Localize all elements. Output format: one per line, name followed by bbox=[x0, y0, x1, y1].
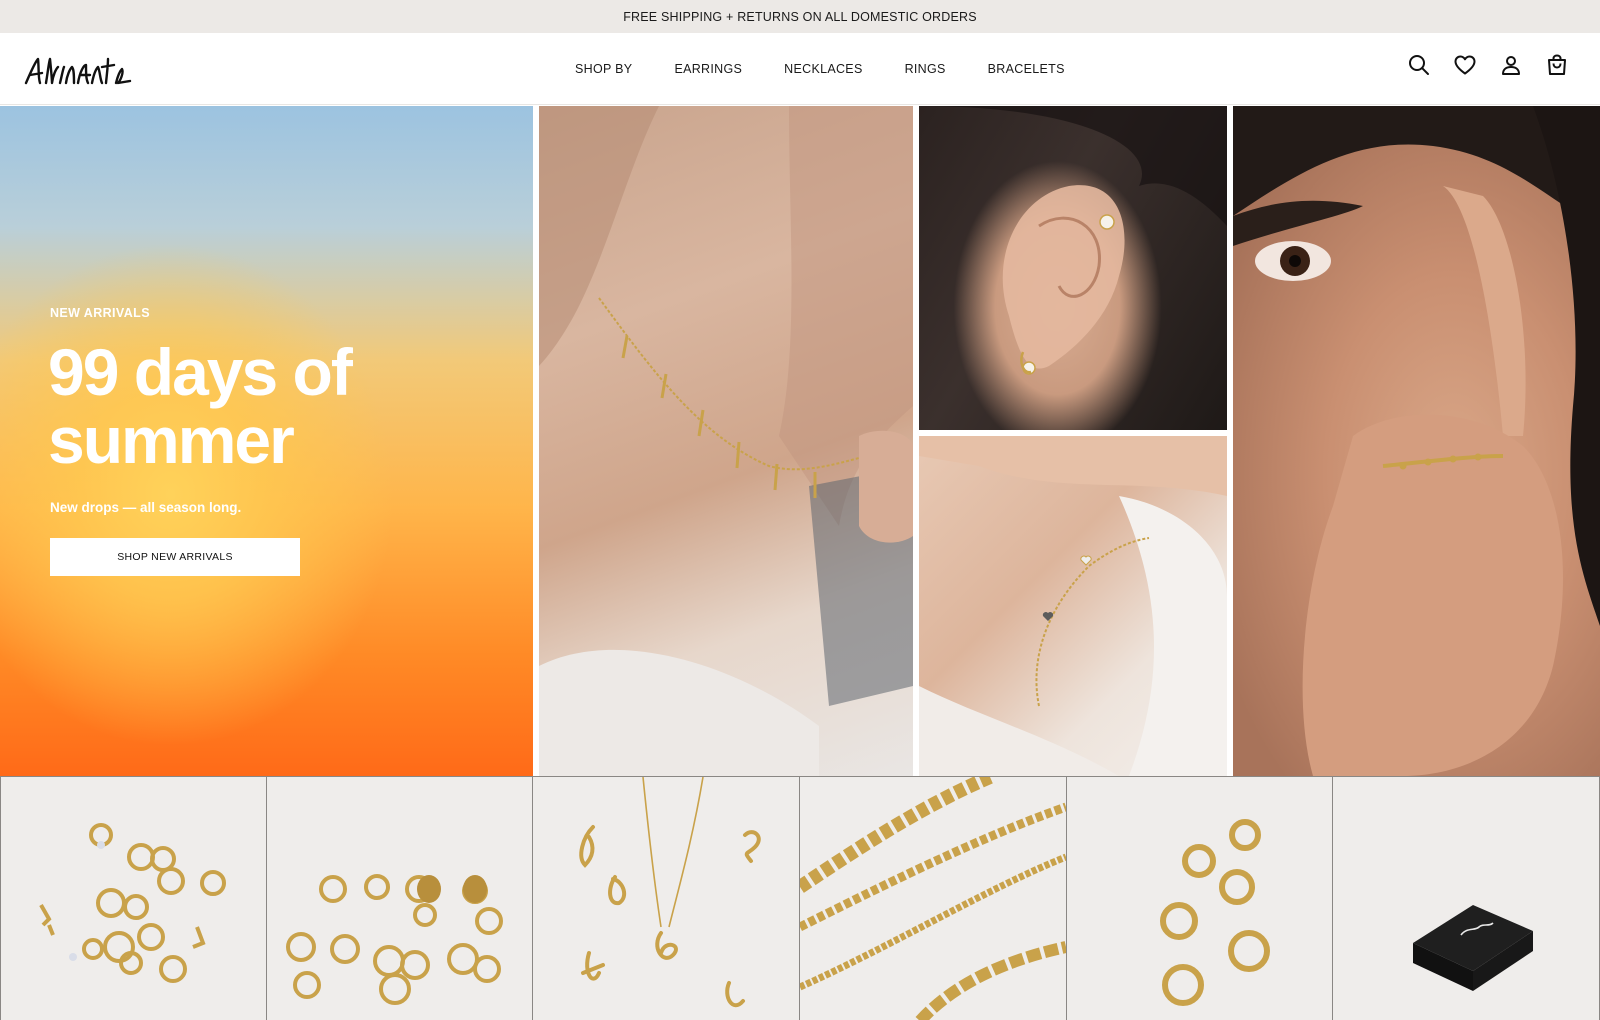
announcement-text: FREE SHIPPING + RETURNS ON ALL DOMESTIC … bbox=[623, 9, 977, 24]
bracelet-photo[interactable] bbox=[919, 436, 1227, 776]
shop-new-arrivals-button[interactable]: SHOP NEW ARRIVALS bbox=[50, 538, 300, 576]
tile-rings[interactable] bbox=[266, 776, 534, 1020]
hero-section: NEW ARRIVALS 99 days of summer New drops… bbox=[0, 106, 1600, 776]
nav-shop-by[interactable]: SHOP BY bbox=[575, 62, 632, 76]
tile-earrings[interactable] bbox=[0, 776, 267, 1020]
ear-piercing-photo[interactable] bbox=[919, 106, 1227, 430]
tile-initial-necklaces[interactable] bbox=[533, 776, 800, 1020]
tile-hoops[interactable] bbox=[1066, 776, 1334, 1020]
tile-chains[interactable] bbox=[799, 776, 1067, 1020]
bag-icon[interactable] bbox=[1545, 53, 1569, 77]
promo-panel: NEW ARRIVALS 99 days of summer New drops… bbox=[0, 106, 533, 776]
earrings-image bbox=[39, 823, 226, 983]
chains-image bbox=[799, 777, 1066, 1020]
ring-hand-photo[interactable] bbox=[1233, 106, 1600, 776]
brand-logo-script bbox=[24, 57, 132, 85]
hoops-image bbox=[1159, 819, 1270, 1006]
nav-necklaces[interactable]: NECKLACES bbox=[784, 62, 862, 76]
heart-icon[interactable] bbox=[1453, 53, 1477, 77]
search-icon[interactable] bbox=[1407, 53, 1431, 77]
promo-eyebrow: NEW ARRIVALS bbox=[50, 306, 150, 320]
announcement-bar: FREE SHIPPING + RETURNS ON ALL DOMESTIC … bbox=[0, 0, 1600, 33]
account-icon[interactable] bbox=[1499, 53, 1523, 77]
anklet-photo[interactable] bbox=[539, 106, 913, 776]
nav-rings[interactable]: RINGS bbox=[905, 62, 946, 76]
rings-image bbox=[285, 874, 503, 1005]
initial-necklaces-image bbox=[579, 777, 762, 1008]
promo-title: 99 days of summer bbox=[48, 335, 353, 477]
gift-box-image bbox=[1413, 905, 1534, 991]
promo-subtitle: New drops — all season long. bbox=[50, 500, 242, 515]
header-icons bbox=[1407, 53, 1569, 77]
nav-earrings[interactable]: EARRINGS bbox=[674, 62, 742, 76]
nav-bracelets[interactable]: BRACELETS bbox=[988, 62, 1065, 76]
tile-gift-box[interactable] bbox=[1333, 776, 1600, 1020]
product-tiles bbox=[0, 776, 1600, 1020]
brand-logo[interactable] bbox=[22, 47, 134, 91]
site-header: SHOP BY EARRINGS NECKLACES RINGS BRACELE… bbox=[0, 33, 1600, 105]
main-nav: SHOP BY EARRINGS NECKLACES RINGS BRACELE… bbox=[575, 33, 1065, 105]
